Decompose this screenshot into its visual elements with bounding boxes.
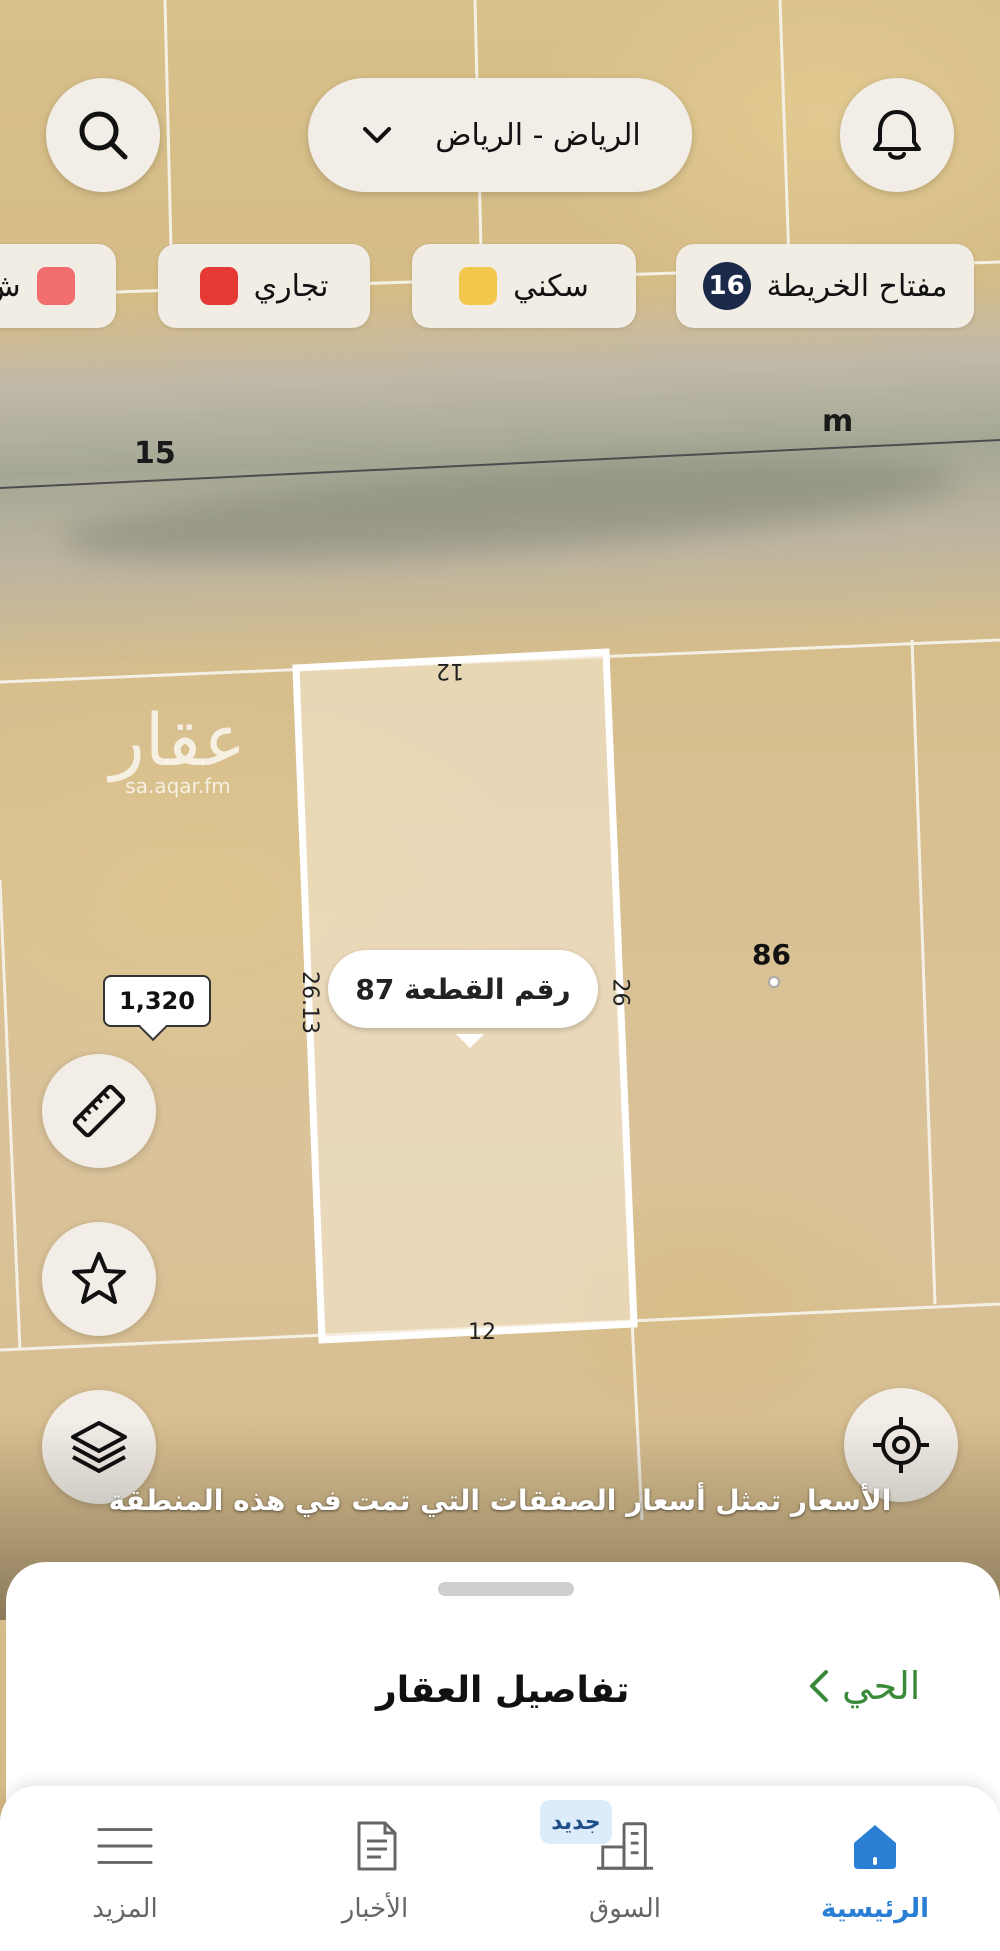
legend-chip-commercial-label: تجاري	[253, 268, 329, 304]
plot-number-callout[interactable]: رقم القطعة 87	[328, 950, 598, 1048]
bottom-tab-bar: الرئيسية السوق الأخبار المزيد	[0, 1786, 1000, 1951]
edge-length-bottom: 12	[468, 1320, 496, 1345]
ruler-icon	[72, 1084, 126, 1138]
edge-length-top: 12	[436, 658, 464, 683]
city-label: الرياض - الرياض	[435, 117, 641, 153]
home-icon	[845, 1816, 905, 1876]
tab-more-label: المزيد	[92, 1894, 158, 1924]
legend-count-badge: 16	[702, 262, 751, 310]
tab-market-label: السوق	[589, 1894, 661, 1924]
new-badge: جديد	[540, 1800, 612, 1844]
favorite-button[interactable]	[42, 1222, 156, 1336]
measure-button[interactable]	[42, 1054, 156, 1168]
tab-more[interactable]: المزيد	[25, 1786, 225, 1951]
star-icon	[72, 1252, 126, 1304]
legend-chip-residential[interactable]: سكني	[412, 244, 636, 328]
legend-chip-partial[interactable]: ش	[0, 244, 116, 328]
partial-swatch	[36, 267, 75, 305]
district-link[interactable]: الحي	[806, 1664, 920, 1708]
legend-chips: مفتاح الخريطة 16 سكني تجاري ش	[0, 244, 1000, 328]
commercial-swatch	[199, 267, 238, 305]
map-legend-chip[interactable]: مفتاح الخريطة 16	[676, 244, 974, 328]
bell-icon	[873, 110, 921, 160]
edge-length-left: 26.13	[296, 971, 322, 1034]
residential-swatch	[459, 267, 498, 305]
city-selector[interactable]: الرياض - الرياض	[308, 78, 692, 192]
map-legend-label: مفتاح الخريطة	[766, 268, 948, 304]
tab-news-label: الأخبار	[341, 1894, 409, 1924]
sheet-drag-handle[interactable]	[438, 1582, 574, 1596]
tab-home-label: الرئيسية	[820, 1894, 930, 1924]
plot-label-15: 15	[134, 436, 176, 471]
search-button[interactable]	[46, 78, 160, 192]
aqar-watermark: عقار sa.aqar.fm	[110, 698, 247, 798]
tab-home[interactable]: الرئيسية	[775, 1786, 975, 1951]
legend-chip-commercial[interactable]: تجاري	[158, 244, 370, 328]
search-icon	[79, 111, 128, 160]
legend-chip-residential-label: سكني	[513, 268, 589, 304]
notifications-button[interactable]	[840, 78, 954, 192]
plot-label-m: m	[822, 404, 854, 439]
legend-chip-partial-label: ش	[0, 268, 21, 304]
edge-length-right: 26	[607, 978, 633, 1007]
chevron-left-icon	[810, 1670, 828, 1702]
chevron-down-icon	[363, 127, 392, 143]
plot-label-86: 86	[752, 938, 791, 971]
plot-86-marker[interactable]	[768, 976, 780, 988]
district-link-label: الحي	[842, 1664, 921, 1708]
sheet-title: تفاصيل العقار	[376, 1670, 630, 1711]
tab-news[interactable]: الأخبار	[275, 1786, 475, 1951]
newspaper-icon	[345, 1816, 405, 1876]
menu-icon	[95, 1816, 155, 1876]
price-tag[interactable]: 1,320	[103, 975, 211, 1027]
prices-disclaimer: الأسعار تمثل أسعار الصفقات التي تمت في ه…	[108, 1484, 892, 1517]
